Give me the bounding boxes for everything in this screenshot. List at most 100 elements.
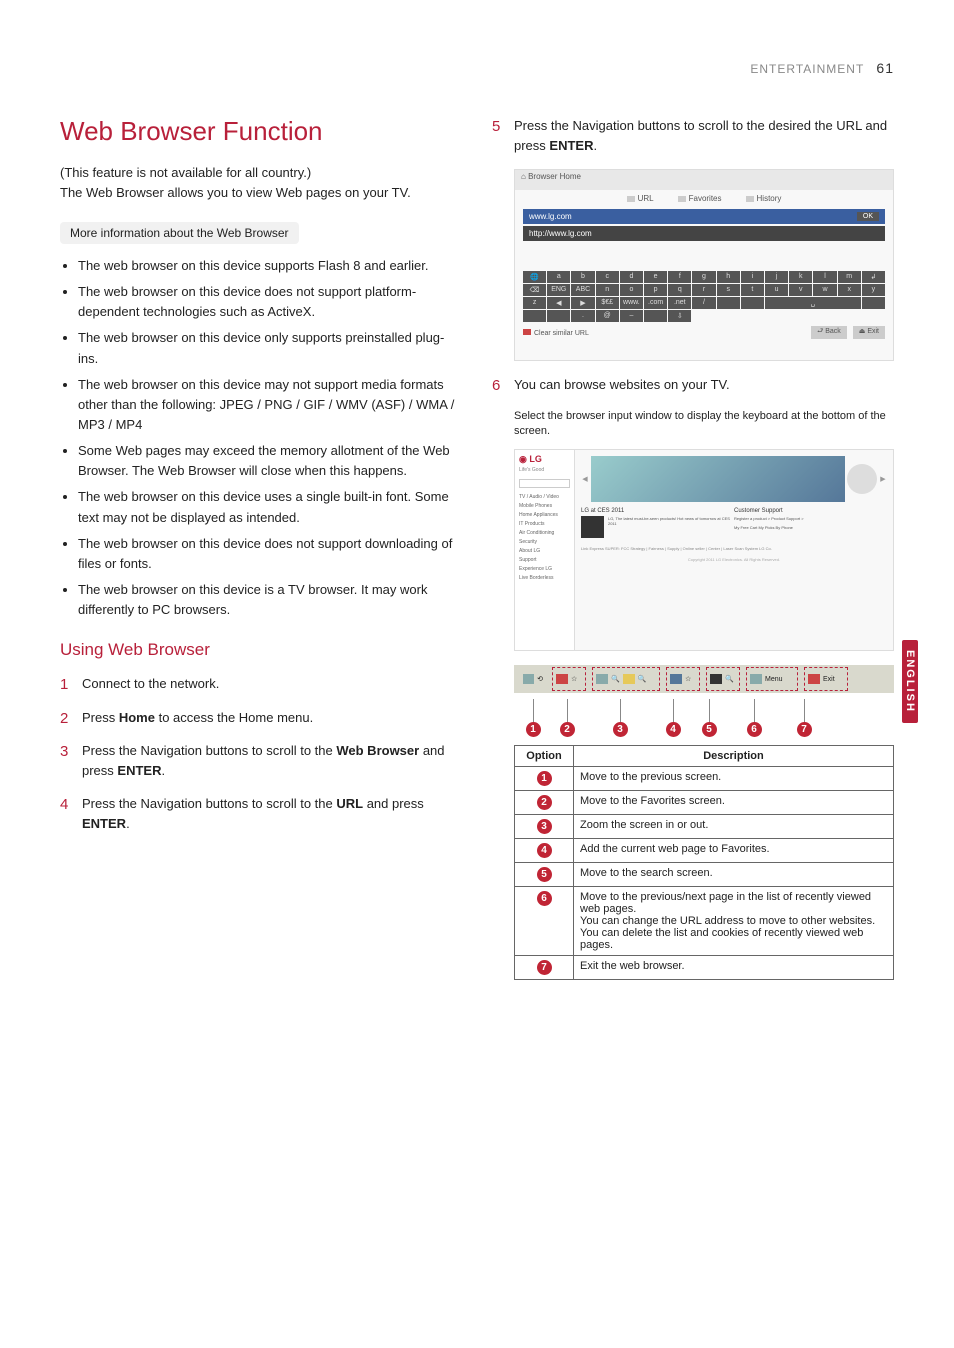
fig1-key [547, 310, 570, 322]
fig1-key: o [620, 284, 643, 296]
fig1-key: w [813, 284, 836, 296]
fig1-ok-button: OK [857, 212, 879, 221]
fig1-key: u [765, 284, 788, 296]
fig1-key: . [571, 310, 594, 322]
toolbar-zoom-out-icon [596, 674, 608, 684]
fig2-menu-item: IT Products [519, 521, 570, 527]
fig2-hero-image [591, 456, 845, 502]
fig1-clear-label: Clear similar URL [534, 330, 589, 337]
fig1-key: q [668, 284, 691, 296]
info-bullet: The web browser on this device does not … [78, 534, 462, 574]
fig1-key: c [596, 271, 619, 283]
infobox-title: More information about the Web Browser [60, 222, 299, 244]
language-tab: ENGLISH [902, 640, 918, 723]
section-label: ENTERTAINMENT [750, 62, 864, 76]
step-item: You can browse websites on your TV. [492, 375, 894, 395]
fig2-menu-item: Home Appliances [519, 512, 570, 518]
steps-list-right-2: You can browse websites on your TV. [492, 375, 894, 395]
fig1-key: y [862, 284, 885, 296]
table-row: Add the current web page to Favorites. [574, 839, 894, 863]
fig1-key: .net [668, 297, 691, 309]
fig1-key: r [692, 284, 715, 296]
fig1-key: f [668, 271, 691, 283]
callout-2: 2 [560, 722, 575, 737]
fig1-key: ⌫ [523, 284, 546, 296]
fig1-key: a [547, 271, 570, 283]
figure-toolbar: ⟲ ☆ 🔍🔍 ☆ 🔍 Menu Exit [514, 665, 894, 693]
fig1-key [523, 310, 546, 322]
fig1-key: s [717, 284, 740, 296]
fig1-key [644, 310, 667, 322]
fig1-key: ␣ [765, 297, 861, 309]
page-header: ENTERTAINMENT 61 [60, 60, 894, 76]
fig2-menu-item: Mobile Phones [519, 503, 570, 509]
fig1-key: x [838, 284, 861, 296]
fig1-key: ◀ [547, 297, 570, 309]
option-table: Option Description 1Move to the previous… [514, 745, 894, 980]
callout-4: 4 [666, 722, 681, 737]
table-row: Move to the search screen. [574, 863, 894, 887]
info-bullet: The web browser on this device may not s… [78, 375, 462, 435]
toolbar-callout-row: 1 2 3 4 5 6 7 [514, 699, 894, 737]
subheading-using: Using Web Browser [60, 640, 462, 660]
fig1-tab-history: History [746, 194, 782, 203]
th-option: Option [515, 746, 574, 767]
fig2-menu-item: Air Conditioning [519, 530, 570, 536]
fig2-product-image [847, 464, 877, 494]
page-number: 61 [876, 60, 894, 76]
fig1-key: k [789, 271, 812, 283]
info-bullet: The web browser on this device does not … [78, 282, 462, 322]
fig2-menu-item: Live Borderless [519, 575, 570, 581]
fig2-menu-item: TV / Audio / Video [519, 494, 570, 500]
fig1-key [862, 297, 885, 309]
table-row: Zoom the screen in or out. [574, 815, 894, 839]
fig1-back-button: ⮐ Back [811, 326, 847, 339]
fig1-key: p [644, 284, 667, 296]
fig1-key: / [692, 297, 715, 309]
step-item: Press the Navigation buttons to scroll t… [60, 741, 462, 780]
info-bullet: The web browser on this device uses a si… [78, 487, 462, 527]
fig1-key: .com [644, 297, 667, 309]
info-bullet: The web browser on this device only supp… [78, 328, 462, 368]
fig1-key: ABC [571, 284, 594, 296]
steps-list-right: Press the Navigation buttons to scroll t… [492, 116, 894, 155]
fig1-key: ENG [547, 284, 570, 296]
step-item: Connect to the network. [60, 674, 462, 694]
fig1-url-display: http://www.lg.com [523, 226, 885, 241]
fig2-heading-support: Customer Support [734, 508, 887, 514]
fig1-tab-url: URL [627, 194, 654, 203]
fig1-key [741, 297, 764, 309]
fig1-key: i [741, 271, 764, 283]
step-subnote: Select the browser input window to displ… [514, 409, 894, 440]
fig2-lg-logo: ◉ LG [519, 454, 570, 465]
fig1-key: e [644, 271, 667, 283]
step-item: Press the Navigation buttons to scroll t… [60, 794, 462, 833]
intro-paragraph: (This feature is not available for all c… [60, 163, 462, 202]
fig1-keyboard: 🌐abcdefghijklm↲⌫ENGABCnopqrstuvwxyz◀▶$€£… [523, 271, 885, 322]
info-bullet: The web browser on this device supports … [78, 256, 462, 276]
callout-7: 7 [797, 722, 812, 737]
fig1-key: ▶ [571, 297, 594, 309]
info-bullet: Some Web pages may exceed the memory all… [78, 441, 462, 481]
fig1-key: ⇩ [668, 310, 691, 322]
fig1-key: www. [620, 297, 643, 309]
fig1-key: b [571, 271, 594, 283]
fig1-tab-favorites: Favorites [678, 194, 722, 203]
fig1-key: t [741, 284, 764, 296]
callout-5: 5 [702, 722, 717, 737]
fig2-menu-item: Experience LG [519, 566, 570, 572]
fig1-key: v [789, 284, 812, 296]
fig2-menu-item: Security [519, 539, 570, 545]
fig1-key: j [765, 271, 788, 283]
toolbar-back-icon [523, 674, 534, 684]
toolbar-favorites-icon [556, 674, 568, 684]
th-description: Description [574, 746, 894, 767]
fig1-key: 🌐 [523, 271, 546, 283]
table-row: Move to the previous screen. [574, 767, 894, 791]
figure-browser-keyboard: ⌂ Browser Home URL Favorites History www… [514, 169, 894, 361]
fig1-key: n [596, 284, 619, 296]
fig2-next-arrow-icon: ▶ [879, 475, 887, 483]
callout-3: 3 [613, 722, 628, 737]
fig2-heading-ces: LG at CES 2011 [581, 508, 734, 514]
toolbar-search-icon [710, 674, 722, 684]
